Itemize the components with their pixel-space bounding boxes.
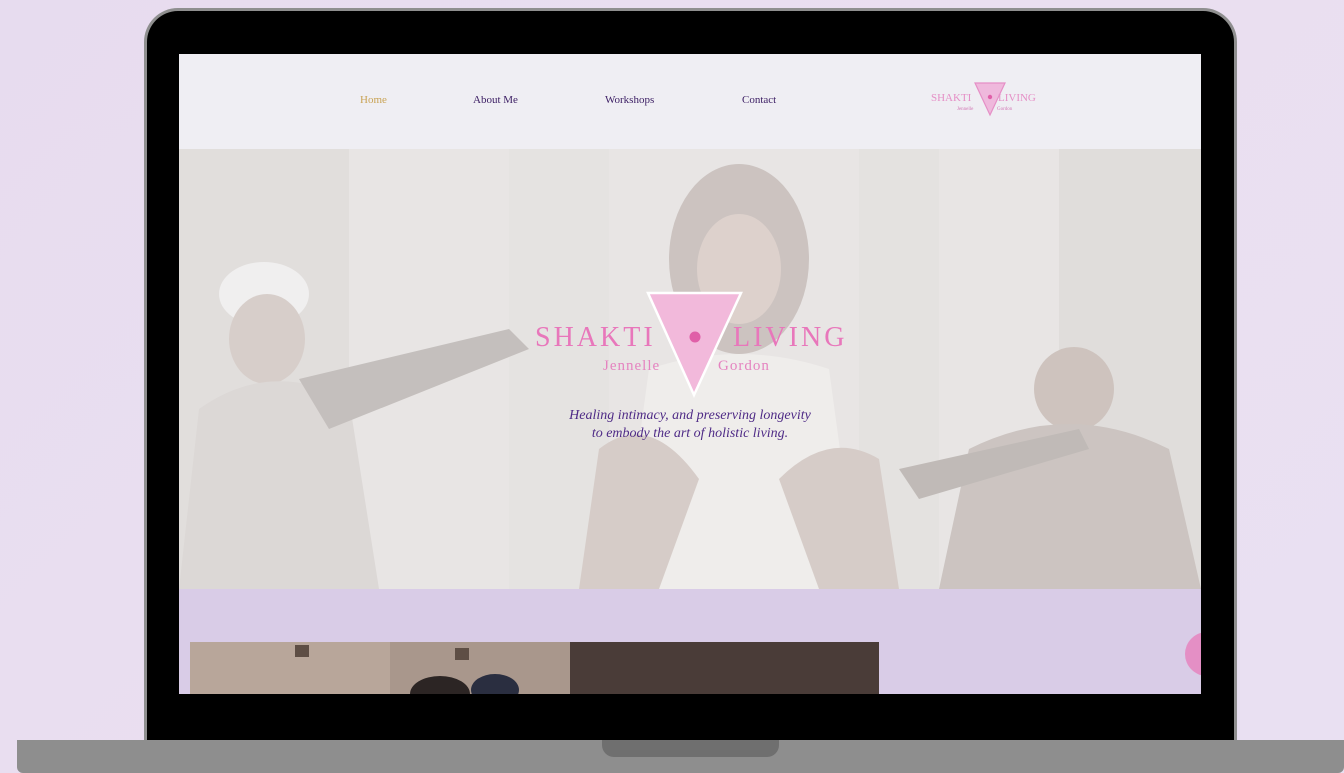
nav-logo-dot-icon <box>987 94 993 100</box>
hero-tagline-line2: to embody the art of holistic living. <box>591 426 789 441</box>
hero-logo: SHAKTI LIVING Jennelle Gordon <box>535 291 847 399</box>
hero-logo-word2: LIVING <box>733 322 847 353</box>
section-photo <box>190 642 879 694</box>
nav-logo-first: Jennelle <box>957 107 974 112</box>
hero-logo-dot-icon <box>689 331 701 343</box>
nav-contact-link[interactable]: Contact <box>742 94 776 106</box>
content-section <box>179 589 1201 694</box>
nav-logo-last: Gordon <box>997 107 1013 112</box>
nav-logo[interactable]: SHAKTI LIVING Jennelle Gordon <box>931 82 1046 118</box>
hero-logo-triangle-icon <box>646 291 743 399</box>
laptop-notch <box>602 740 779 757</box>
hero-logo-last: Gordon <box>718 358 770 374</box>
nav-workshops-link[interactable]: Workshops <box>605 94 654 106</box>
hero-logo-first: Jennelle <box>603 358 660 374</box>
nav-about-link[interactable]: About Me <box>473 94 518 106</box>
nav-home-link[interactable]: Home <box>360 94 387 106</box>
nav-logo-word1: SHAKTI <box>931 92 972 104</box>
hero-tagline-line1: Healing intimacy, and preserving longevi… <box>569 408 811 423</box>
nav-logo-word2: LIVING <box>998 92 1036 104</box>
hero-section: SHAKTI LIVING Jennelle Gordon Healing in… <box>179 149 1201 589</box>
top-navigation: Home About Me Workshops Contact SHAKTI L… <box>179 54 1201 149</box>
hero-logo-word1: SHAKTI <box>535 322 656 353</box>
website-screen: Home About Me Workshops Contact SHAKTI L… <box>179 54 1201 694</box>
